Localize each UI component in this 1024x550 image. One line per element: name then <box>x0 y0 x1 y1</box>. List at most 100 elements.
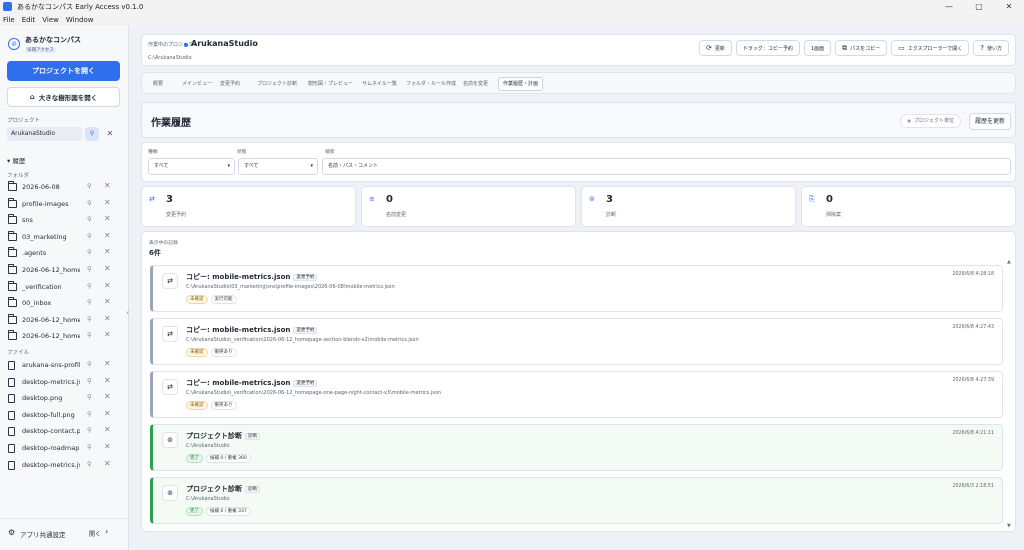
pin-icon[interactable]: ⚲ <box>87 282 92 290</box>
history-entry[interactable]: ⇄ コピー: mobile-metrics.json 変更予約 C:\ArukanaS… <box>150 318 1003 365</box>
file-item[interactable]: desktop-roadmap... ⚲ ✕ <box>0 440 129 456</box>
pin-icon[interactable]: ⚲ <box>85 127 99 141</box>
tab-item[interactable]: 概要 <box>149 77 167 91</box>
menu-view[interactable]: View <box>42 16 59 24</box>
file-item[interactable]: desktop-metrics.js... ⚲ ✕ <box>0 457 129 473</box>
help-button[interactable]: ? 使い方 <box>973 40 1009 56</box>
remove-icon[interactable]: ✕ <box>104 425 111 434</box>
folder-item[interactable]: profile-images ⚲ ✕ <box>0 196 129 212</box>
pin-icon[interactable]: ⚲ <box>87 360 92 368</box>
file-item[interactable]: arukana-sns-profil... ⚲ ✕ <box>0 357 129 373</box>
history-toggle[interactable]: ▾ 履歴 <box>7 155 25 165</box>
pin-icon[interactable]: ⚲ <box>87 393 92 401</box>
remove-icon[interactable]: ✕ <box>104 330 111 339</box>
pin-icon[interactable]: ⚲ <box>87 443 92 451</box>
tab-item[interactable]: 樹形図・プレビュー <box>304 77 357 91</box>
app-settings-row[interactable]: ⚙ アプリ共通設定 開く › <box>0 518 129 548</box>
remove-icon[interactable]: ✕ <box>104 247 111 256</box>
scroll-up-icon[interactable]: ▲ <box>1007 259 1011 265</box>
close-window-button[interactable]: ✕ <box>994 0 1024 13</box>
folder-item[interactable]: _verification ⚲ ✕ <box>0 279 129 295</box>
pin-icon[interactable]: ⚲ <box>87 315 92 323</box>
state-filter-select[interactable]: すべて ▾ <box>238 158 318 175</box>
remove-icon[interactable]: ✕ <box>104 297 111 306</box>
pin-icon[interactable]: ⚲ <box>87 232 92 240</box>
pin-icon[interactable]: ⚲ <box>87 215 92 223</box>
single-screen-button[interactable]: 1画面 <box>803 40 832 56</box>
folder-item[interactable]: 00_inbox ⚲ ✕ <box>0 295 129 311</box>
remove-icon[interactable]: ✕ <box>104 198 111 207</box>
tab-item[interactable]: 名前を変更 <box>459 77 492 91</box>
open-tree-button[interactable]: ⌂ 大きな樹形図を開く <box>7 87 120 107</box>
tab-item[interactable]: 変更予約 <box>216 77 244 91</box>
project-select[interactable]: ArukanaStudio <box>7 127 82 141</box>
history-entry[interactable]: ⇄ コピー: mobile-metrics.json 変更予約 C:\ArukanaS… <box>150 371 1003 418</box>
file-item[interactable]: desktop-contact.p... ⚲ ✕ <box>0 423 129 439</box>
folder-item[interactable]: sns ⚲ ✕ <box>0 212 129 228</box>
type-filter-select[interactable]: すべて ▾ <box>148 158 235 175</box>
open-project-button[interactable]: プロジェクトを開く <box>7 61 120 81</box>
folder-item[interactable]: .agents ⚲ ✕ <box>0 245 129 261</box>
pin-icon[interactable]: ⚲ <box>87 410 92 418</box>
status-badge: 未確認 <box>186 295 208 304</box>
history-entry[interactable]: ⊚ プロジェクト診断 診断 C:\ArukanaStudio 完了 候補 0 / 重複 3… <box>150 477 1003 524</box>
folder-item[interactable]: 2026-06-12_home... ⚲ ✕ <box>0 328 129 344</box>
scrollbar[interactable]: ▲ ▼ <box>1007 259 1013 529</box>
folder-item[interactable]: 2026-06-12_home... ⚲ ✕ <box>0 262 129 278</box>
menu-edit[interactable]: Edit <box>22 16 36 24</box>
remove-icon[interactable]: ✕ <box>104 181 111 190</box>
item-label: desktop-metrics.js... <box>22 460 80 469</box>
history-entry[interactable]: ⊚ プロジェクト診断 診断 C:\ArukanaStudio 完了 候補 0 / 重複 3… <box>150 424 1003 471</box>
folder-item[interactable]: 2026-06-12_home... ⚲ ✕ <box>0 312 129 328</box>
tab-item[interactable]: メインビュー <box>178 77 216 91</box>
drag-copy-button[interactable]: ドラッグ：コピー予約 <box>735 40 800 56</box>
open-explorer-button[interactable]: ▭ エクスプローラーで開く <box>891 40 970 56</box>
clear-project-icon[interactable]: ✕ <box>104 127 116 141</box>
scroll-down-icon[interactable]: ▼ <box>1007 523 1011 529</box>
pin-icon[interactable]: ⚲ <box>87 377 92 385</box>
refresh-history-button[interactable]: 履歴を更新 <box>968 113 1011 130</box>
remove-icon[interactable]: ✕ <box>104 281 111 290</box>
menu-window[interactable]: Window <box>66 16 94 24</box>
search-input[interactable]: 名前・パス・コメント <box>322 158 1011 175</box>
history-entry[interactable]: ⇄ コピー: mobile-metrics.json 変更予約 C:\ArukanaS… <box>150 265 1003 312</box>
pin-icon[interactable]: ⚲ <box>87 248 92 256</box>
tab-item[interactable]: 作業履歴・計画 <box>498 77 544 91</box>
minimize-button[interactable]: — <box>934 0 964 13</box>
pin-icon[interactable]: ⚲ <box>87 182 92 190</box>
file-item[interactable]: desktop-full.png ⚲ ✕ <box>0 407 129 423</box>
copy-path-button[interactable]: ⧉ パスをコピー <box>835 40 888 56</box>
tab-item[interactable]: フォルダ・ルール作成 <box>402 77 460 91</box>
stat-label: 診断 <box>606 212 617 218</box>
file-item[interactable]: desktop-metrics.js... ⚲ ✕ <box>0 374 129 390</box>
entry-kind-badge: 変更予約 <box>293 327 318 334</box>
folder-item[interactable]: 2026-06-08 ⚲ ✕ <box>0 179 129 195</box>
scope-badge[interactable]: プロジェクト単位 <box>900 114 961 128</box>
pin-icon[interactable]: ⚲ <box>87 298 92 306</box>
pin-icon[interactable]: ⚲ <box>87 460 92 468</box>
tab-item[interactable]: サムネイル一覧 <box>358 77 401 91</box>
pin-icon[interactable]: ⚲ <box>87 331 92 339</box>
remove-icon[interactable]: ✕ <box>104 392 111 401</box>
collapse-sidebar-icon[interactable]: ‹ <box>126 308 129 317</box>
remove-icon[interactable]: ✕ <box>104 409 111 418</box>
refresh-button[interactable]: ⟳ 更新 <box>698 40 732 56</box>
remove-icon[interactable]: ✕ <box>104 314 111 323</box>
folder-icon <box>8 264 17 274</box>
remove-icon[interactable]: ✕ <box>104 359 111 368</box>
item-label: desktop.png <box>22 394 63 403</box>
remove-icon[interactable]: ✕ <box>104 264 111 273</box>
menu-file[interactable]: File <box>3 16 15 24</box>
tab-item[interactable]: プロジェクト診断 <box>253 77 301 91</box>
remove-icon[interactable]: ✕ <box>104 231 111 240</box>
folder-item[interactable]: 03_marketing ⚲ ✕ <box>0 229 129 245</box>
pin-icon[interactable]: ⚲ <box>87 265 92 273</box>
file-item[interactable]: desktop.png ⚲ ✕ <box>0 390 129 406</box>
maximize-button[interactable]: ▢ <box>964 0 994 13</box>
pin-icon[interactable]: ⚲ <box>87 426 92 434</box>
remove-icon[interactable]: ✕ <box>104 214 111 223</box>
remove-icon[interactable]: ✕ <box>104 376 111 385</box>
remove-icon[interactable]: ✕ <box>104 442 111 451</box>
pin-icon[interactable]: ⚲ <box>87 199 92 207</box>
remove-icon[interactable]: ✕ <box>104 459 111 468</box>
